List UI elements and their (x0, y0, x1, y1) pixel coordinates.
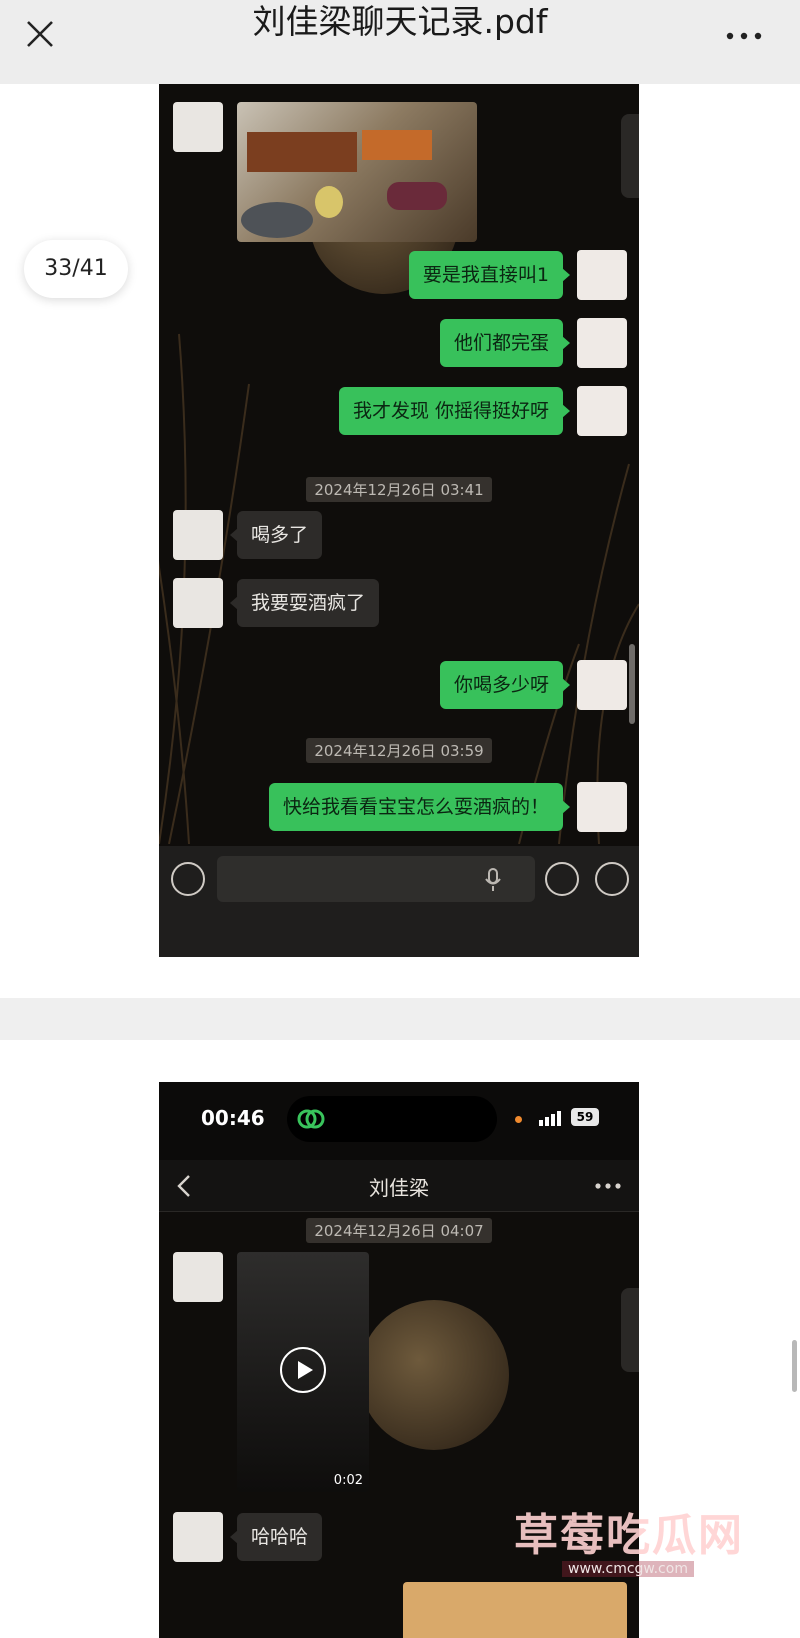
sticker-message[interactable] (403, 1582, 627, 1638)
message-bubble[interactable]: 他们都完蛋 (439, 319, 571, 367)
message-bubble[interactable]: 快给我看看宝宝怎么耍酒疯的！ (268, 783, 571, 831)
avatar[interactable] (173, 1252, 223, 1302)
voice-toggle-icon[interactable] (171, 862, 205, 896)
message-bubble[interactable]: 我要耍酒疯了 (229, 579, 380, 627)
message-timestamp: 2024年12月26日 03:41 (159, 477, 639, 502)
plus-icon[interactable] (595, 862, 629, 896)
message-timestamp: 2024年12月26日 03:59 (159, 738, 639, 763)
battery-indicator: 59 (571, 1108, 599, 1126)
watermark-logo: 草莓吃瓜网 (514, 1510, 744, 1561)
avatar[interactable] (173, 102, 223, 152)
status-time: 00:46 (201, 1106, 265, 1130)
signal-icon (539, 1111, 561, 1126)
viewer-header: 刘佳梁聊天记录.pdf (0, 0, 800, 84)
avatar[interactable] (577, 250, 627, 300)
chat-screenshot-1: 要是我直接叫1 他们都完蛋 我才发现 你摇得挺好呀 2024年12月26日 03… (159, 84, 639, 957)
video-duration: 0:02 (333, 1473, 363, 1488)
message-timestamp: 2024年12月26日 04:07 (159, 1218, 639, 1243)
side-handle[interactable] (621, 114, 639, 198)
avatar[interactable] (577, 386, 627, 436)
food-photo-message[interactable] (237, 102, 477, 242)
message-bubble[interactable]: 要是我直接叫1 (408, 251, 571, 299)
app-link-icon (297, 1109, 325, 1129)
avatar[interactable] (173, 578, 223, 628)
document-title: 刘佳梁聊天记录.pdf (252, 2, 548, 41)
message-bubble[interactable]: 哈哈哈 (229, 1513, 323, 1561)
side-handle[interactable] (621, 1288, 639, 1372)
avatar[interactable] (577, 782, 627, 832)
microphone-icon[interactable] (485, 868, 501, 892)
avatar[interactable] (173, 1512, 223, 1562)
more-icon[interactable] (595, 1182, 621, 1190)
avatar[interactable] (173, 510, 223, 560)
message-bubble[interactable]: 我才发现 你摇得挺好呀 (338, 387, 571, 435)
dynamic-island (287, 1096, 497, 1142)
page-indicator: 33/41 (24, 240, 128, 298)
avatar[interactable] (577, 318, 627, 368)
viewer-scrollbar[interactable] (792, 1340, 797, 1392)
moon-background (359, 1300, 509, 1450)
chat-input-bar (159, 846, 639, 957)
record-dot (515, 1116, 522, 1123)
message-bubble[interactable]: 你喝多少呀 (439, 661, 571, 709)
video-message[interactable]: 0:02 (237, 1252, 369, 1492)
emoji-icon[interactable] (545, 862, 579, 896)
message-bubble[interactable]: 喝多了 (229, 511, 323, 559)
avatar[interactable] (577, 660, 627, 710)
chat-scrollbar[interactable] (629, 644, 635, 724)
status-bar: 00:46 59 (159, 1082, 639, 1160)
watermark-url: www.cmcgw.com (562, 1561, 694, 1577)
more-options-icon[interactable] (724, 26, 764, 46)
chat-header: 刘佳梁 (159, 1160, 639, 1212)
play-icon[interactable] (279, 1346, 327, 1394)
contact-name: 刘佳梁 (369, 1176, 429, 1200)
